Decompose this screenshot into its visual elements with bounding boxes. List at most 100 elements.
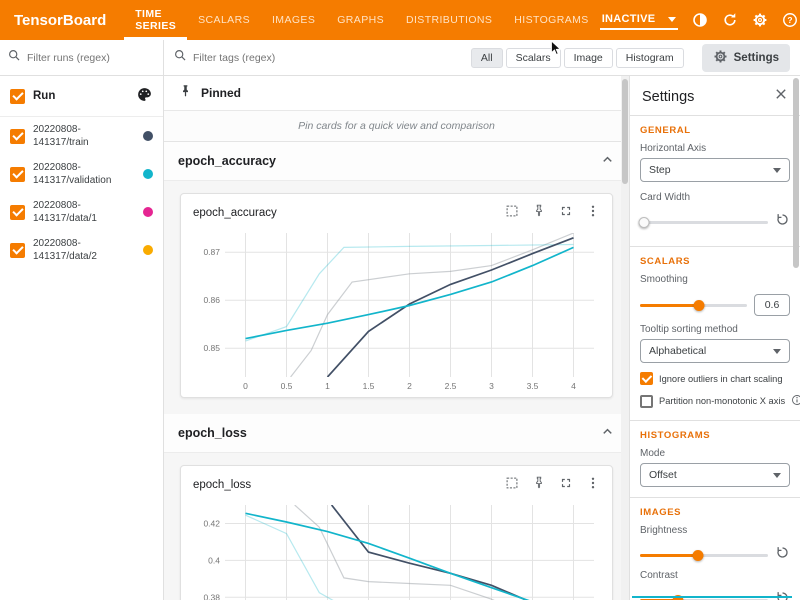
panel-accent-divider (632, 596, 792, 598)
chip-image[interactable]: Image (564, 48, 613, 68)
tab-time-series[interactable]: TIME SERIES (124, 0, 187, 40)
run-color-dot[interactable] (143, 207, 153, 217)
pin-icon[interactable] (532, 476, 546, 493)
svg-text:1.5: 1.5 (363, 381, 375, 391)
search-icon (174, 49, 187, 67)
svg-text:3: 3 (489, 381, 494, 391)
palette-icon[interactable] (136, 86, 153, 106)
chip-histogram[interactable]: Histogram (616, 48, 684, 68)
svg-text:?: ? (787, 15, 792, 25)
select-all-runs-checkbox[interactable] (10, 89, 25, 104)
histogram-mode-value: Offset (649, 469, 677, 481)
run-color-dot[interactable] (143, 131, 153, 141)
partition-x-option[interactable]: Partition non-monotonic X axis (640, 394, 790, 408)
fit-domain-icon[interactable] (505, 476, 519, 493)
refresh-icon[interactable] (722, 12, 738, 28)
run-label: 20220808-141317/train (33, 123, 135, 149)
pin-icon[interactable] (532, 204, 546, 221)
chevron-down-icon (773, 473, 781, 478)
section-header-epoch-accuracy[interactable]: epoch_accuracy (164, 142, 629, 181)
settings-panel-title: Settings (642, 89, 694, 105)
tab-scalars[interactable]: SCALARS (187, 0, 261, 40)
svg-text:3.5: 3.5 (527, 381, 539, 391)
brightness-slider[interactable] (640, 548, 768, 562)
run-row-train[interactable]: 20220808-141317/train (0, 117, 163, 155)
status-dropdown[interactable]: INACTIVE (600, 10, 678, 30)
section-header-epoch-loss[interactable]: epoch_loss (164, 414, 629, 453)
ignore-outliers-checkbox[interactable] (640, 372, 653, 385)
smoothing-value-input[interactable]: 0.6 (754, 294, 790, 316)
run-label: 20220808-141317/data/2 (33, 237, 135, 263)
horizontal-axis-select[interactable]: Step (640, 158, 790, 182)
tab-distributions[interactable]: DISTRIBUTIONS (395, 0, 503, 40)
main-scrollbar[interactable] (621, 76, 629, 600)
svg-text:1: 1 (325, 381, 330, 391)
run-row-validation[interactable]: 20220808-141317/validation (0, 155, 163, 193)
settings-section-general: GENERAL Horizontal Axis Step Card Width (630, 116, 800, 247)
settings-button-label: Settings (734, 52, 779, 64)
line-chart-epoch-accuracy[interactable]: 00.511.522.533.540.850.860.87 (191, 227, 602, 395)
more-options-icon[interactable] (586, 476, 600, 493)
cards-scroll-area: Pinned Pin cards for a quick view and co… (164, 76, 630, 600)
smoothing-slider[interactable] (640, 298, 747, 312)
brightness-reset-icon[interactable] (775, 545, 790, 565)
svg-text:0.42: 0.42 (203, 518, 220, 528)
main-scrollbar-thumb[interactable] (622, 79, 628, 184)
section-title: epoch_accuracy (178, 154, 276, 168)
main-nav: TIME SERIES SCALARS IMAGES GRAPHS DISTRI… (124, 0, 599, 40)
horizontal-axis-label: Horizontal Axis (640, 143, 790, 154)
run-row-data-1[interactable]: 20220808-141317/data/1 (0, 193, 163, 231)
filter-runs-input[interactable] (27, 52, 155, 64)
run-color-dot[interactable] (143, 169, 153, 179)
histogram-mode-select[interactable]: Offset (640, 463, 790, 487)
histogram-mode-label: Mode (640, 448, 790, 459)
svg-text:0.87: 0.87 (203, 247, 220, 257)
scalar-card-epoch-accuracy: epoch_accuracy (180, 193, 613, 398)
close-icon[interactable] (774, 87, 788, 106)
chip-scalars[interactable]: Scalars (506, 48, 561, 68)
runs-list-header: Run (0, 76, 163, 117)
svg-text:0.5: 0.5 (281, 381, 293, 391)
settings-scrollbar-thumb[interactable] (793, 78, 799, 268)
run-row-data-2[interactable]: 20220808-141317/data/2 (0, 231, 163, 269)
filter-tags-input[interactable] (193, 52, 303, 64)
run-checkbox[interactable] (10, 167, 25, 182)
card-width-label: Card Width (640, 192, 790, 203)
chip-all[interactable]: All (471, 48, 503, 68)
theme-toggle-icon[interactable] (692, 12, 708, 28)
chevron-up-icon[interactable] (600, 424, 615, 442)
fullscreen-icon[interactable] (559, 476, 573, 493)
run-checkbox[interactable] (10, 243, 25, 258)
settings-section-histograms: HISTOGRAMS Mode Offset (630, 421, 800, 498)
card-width-reset-icon[interactable] (775, 212, 790, 232)
tags-toolbar: All Scalars Image Histogram Settings (164, 40, 800, 76)
run-checkbox[interactable] (10, 205, 25, 220)
runs-sidebar: Run 20220808-141317/train 20220808-14131… (0, 40, 164, 600)
fit-domain-icon[interactable] (505, 204, 519, 221)
tab-images[interactable]: IMAGES (261, 0, 326, 40)
fullscreen-icon[interactable] (559, 204, 573, 221)
chevron-down-icon (773, 168, 781, 173)
contrast-reset-icon[interactable] (775, 590, 790, 600)
card-width-slider[interactable] (640, 215, 768, 229)
horizontal-axis-value: Step (649, 164, 671, 176)
run-checkbox[interactable] (10, 129, 25, 144)
settings-scrollbar[interactable] (794, 76, 800, 600)
settings-button[interactable]: Settings (702, 44, 790, 72)
tab-graphs[interactable]: GRAPHS (326, 0, 395, 40)
partition-x-checkbox[interactable] (640, 395, 653, 408)
app-header: TensorBoard TIME SERIES SCALARS IMAGES G… (0, 0, 800, 40)
run-color-dot[interactable] (143, 245, 153, 255)
tab-histograms[interactable]: HISTOGRAMS (503, 0, 599, 40)
chevron-up-icon[interactable] (600, 152, 615, 170)
svg-text:0.4: 0.4 (208, 555, 220, 565)
tooltip-sorting-select[interactable]: Alphabetical (640, 339, 790, 363)
runs-column-header: Run (33, 90, 55, 102)
gear-icon[interactable] (752, 12, 768, 28)
line-chart-epoch-loss[interactable]: 00.511.522.533.540.360.380.40.42 (191, 499, 602, 600)
more-options-icon[interactable] (586, 204, 600, 221)
card-title: epoch_loss (193, 479, 251, 491)
help-icon[interactable]: ? (782, 12, 798, 28)
ignore-outliers-option[interactable]: Ignore outliers in chart scaling (640, 372, 790, 385)
section-label: GENERAL (640, 125, 790, 136)
